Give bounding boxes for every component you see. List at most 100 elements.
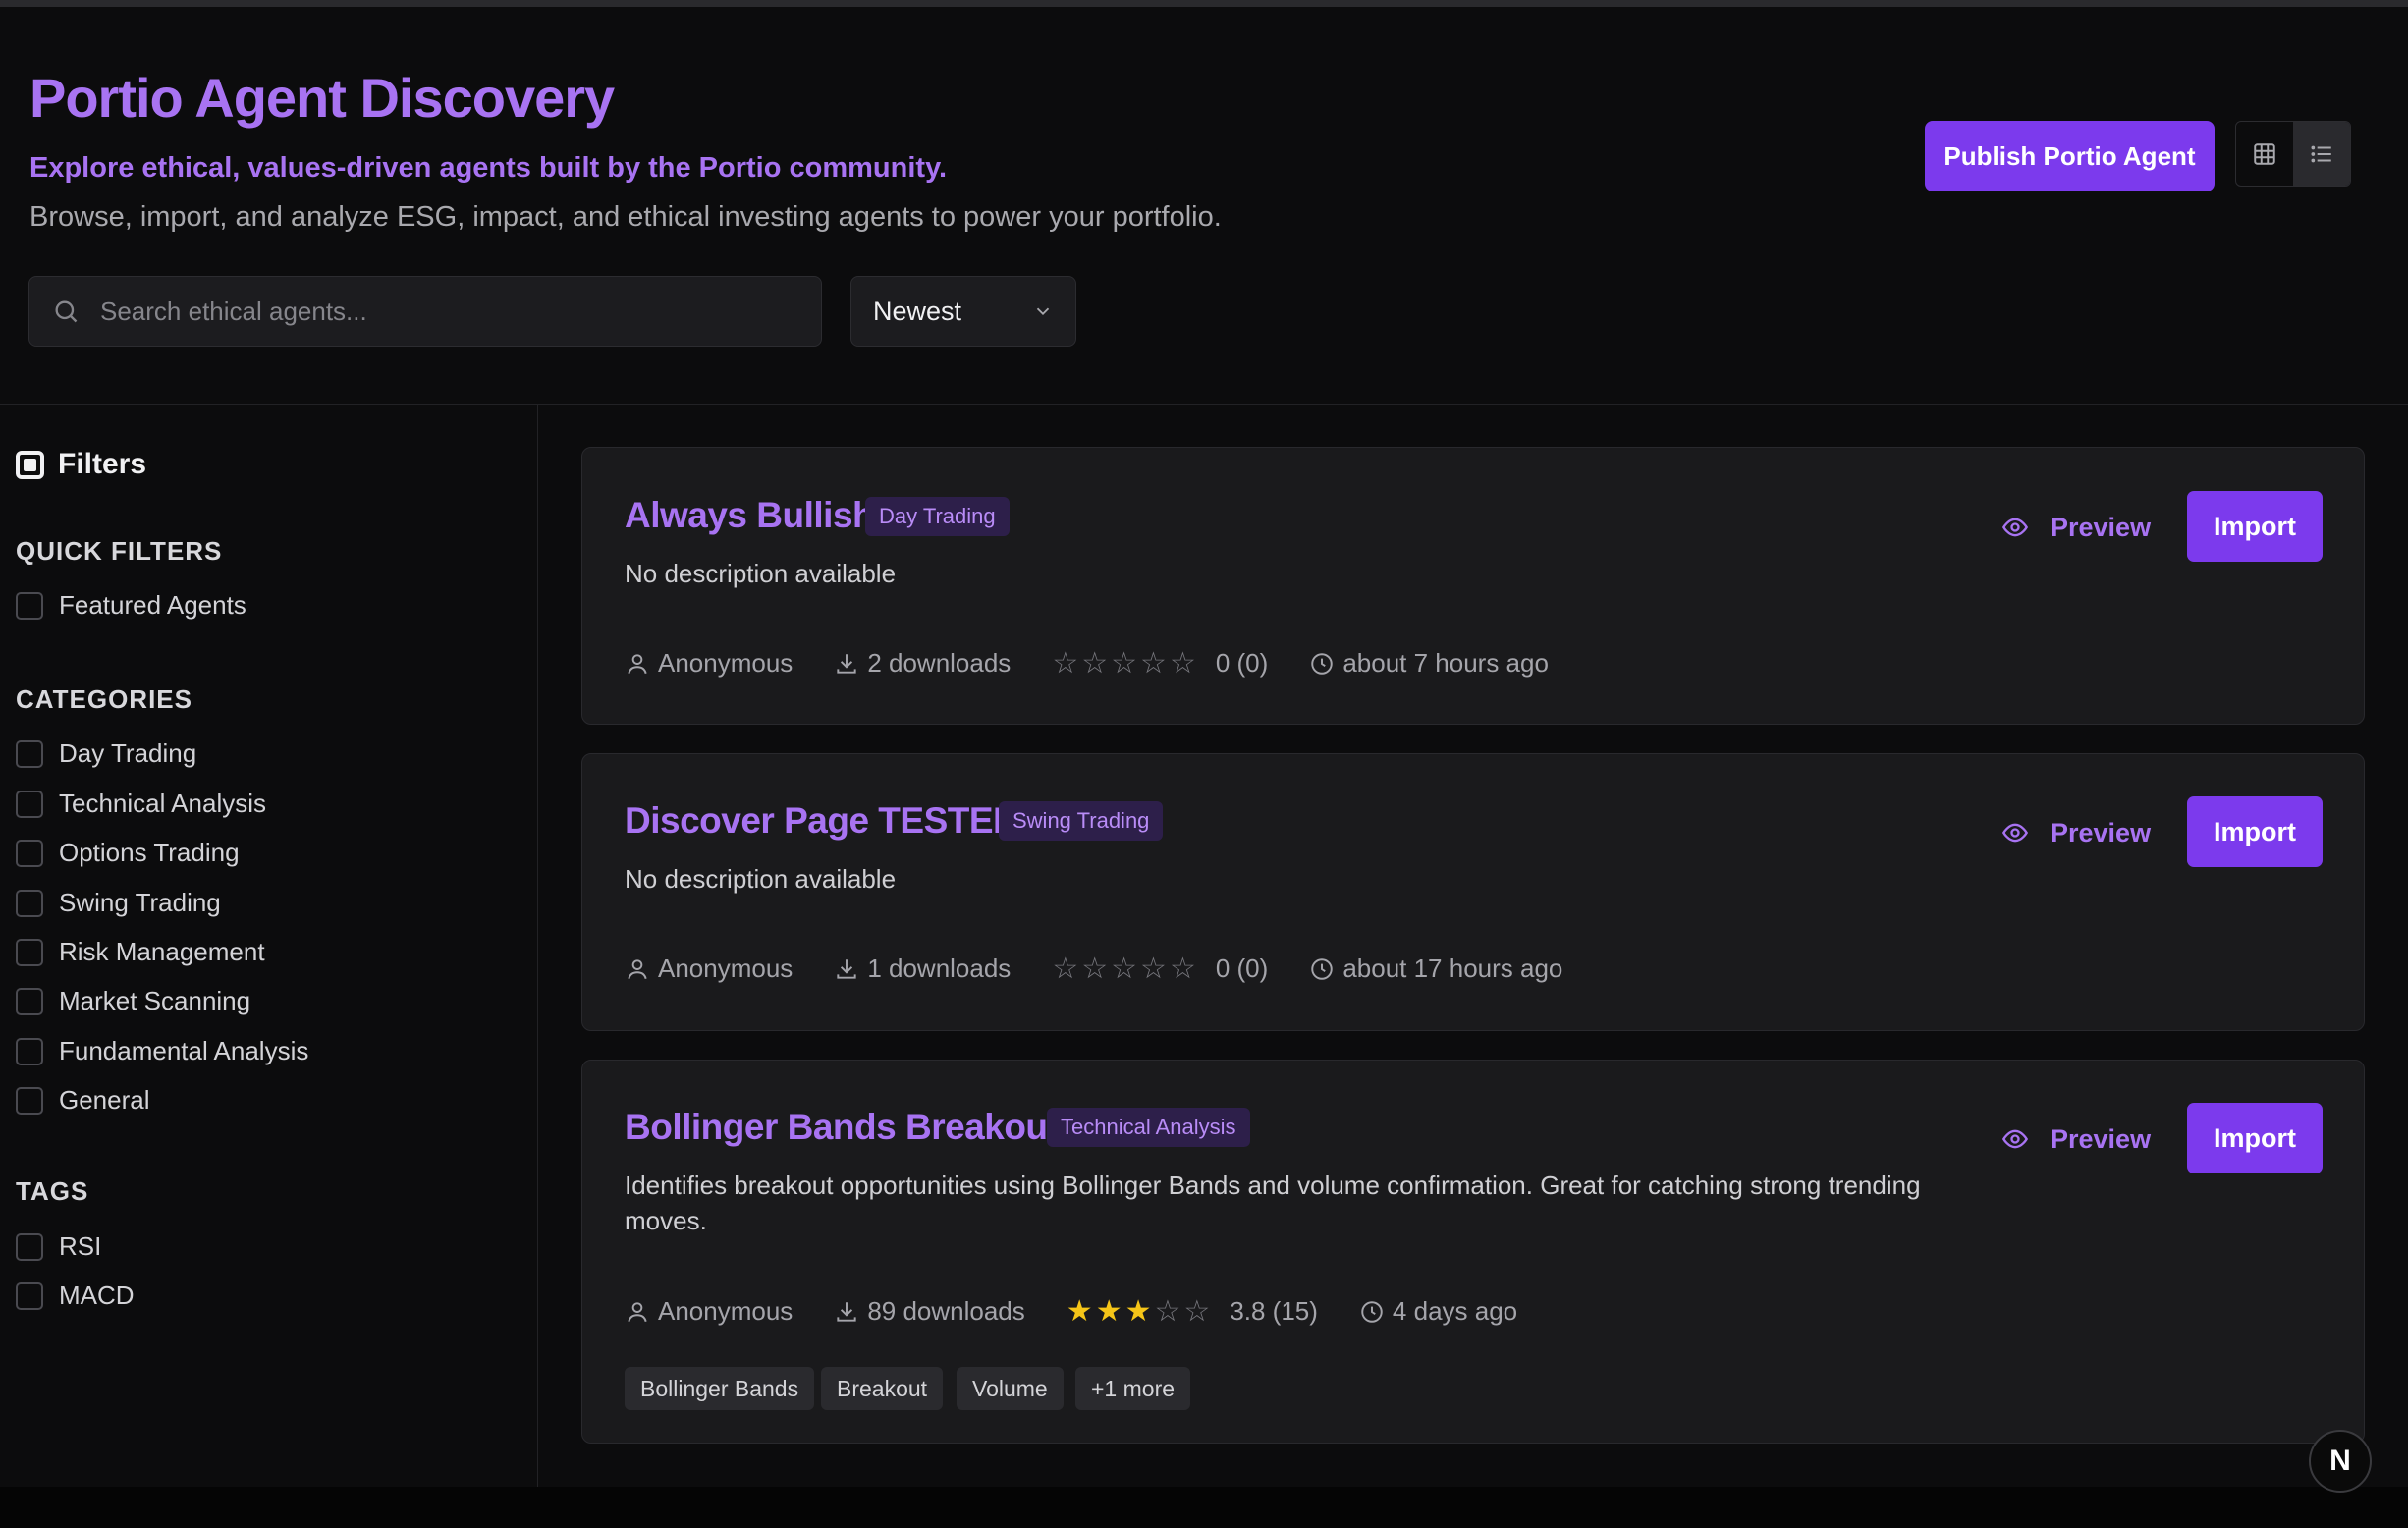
filter-label: Swing Trading	[59, 888, 221, 917]
preview-button[interactable]: Preview	[2001, 498, 2173, 557]
filter-label: General	[59, 1085, 150, 1115]
checkbox[interactable]	[16, 591, 43, 620]
downloads: 89 downloads	[834, 1296, 1025, 1327]
download-icon	[837, 1301, 856, 1322]
import-button[interactable]: Import	[2187, 796, 2323, 867]
star-icon: ☆	[1052, 646, 1079, 680]
preview-button[interactable]: Preview	[2001, 1110, 2173, 1169]
download-icon	[837, 653, 856, 674]
view-mode-toggle	[2235, 121, 2351, 187]
checkbox[interactable]	[16, 839, 43, 867]
rating-stars: ☆ ☆ ☆ ☆ ☆	[1052, 646, 1196, 680]
downloads: 1 downloads	[834, 954, 1011, 984]
author-name: Anonymous	[658, 648, 794, 678]
filter-category-risk-management[interactable]: Risk Management	[16, 937, 265, 967]
star-icon: ☆	[1081, 952, 1109, 985]
filter-category-technical-analysis[interactable]: Technical Analysis	[16, 789, 266, 819]
checkbox[interactable]	[16, 1232, 43, 1261]
sort-select[interactable]: Newest	[850, 276, 1076, 347]
import-button[interactable]: Import	[2187, 491, 2323, 562]
bottom-bar	[0, 1487, 2408, 1528]
page-subtitle: Explore ethical, values-driven agents bu…	[29, 152, 948, 184]
time-text: about 17 hours ago	[1342, 954, 1563, 983]
star-icon: ☆	[1169, 646, 1196, 680]
star-icon: ☆	[1140, 952, 1167, 985]
filter-label: RSI	[59, 1231, 102, 1261]
clock-icon	[1311, 957, 1334, 980]
filter-tag-macd[interactable]: MACD	[16, 1281, 135, 1311]
time-text: 4 days ago	[1392, 1296, 1518, 1326]
user-icon	[628, 958, 647, 979]
download-icon	[837, 958, 856, 979]
checkbox[interactable]	[16, 938, 43, 966]
author-name: Anonymous	[658, 954, 794, 983]
filter-tag-rsi[interactable]: RSI	[16, 1231, 101, 1262]
checkbox[interactable]	[16, 1037, 43, 1065]
downloads: 2 downloads	[834, 648, 1011, 679]
rating: ★ ★ ★ ☆ ☆ 3.8 (15)	[1067, 1296, 1318, 1327]
checkbox[interactable]	[16, 1282, 43, 1310]
filter-category-swing-trading[interactable]: Swing Trading	[16, 888, 221, 918]
filter-icon	[16, 450, 44, 479]
timestamp: about 17 hours ago	[1309, 954, 1562, 984]
agent-card: Discover Page TESTER Swing Trading No de…	[581, 753, 2365, 1031]
star-icon: ★	[1095, 1294, 1122, 1328]
agent-title[interactable]: Discover Page TESTER	[625, 800, 1019, 842]
page-description: Browse, import, and analyze ESG, impact,…	[29, 201, 1222, 233]
agent-title[interactable]: Always Bullish	[625, 495, 875, 536]
list-view-icon	[2311, 145, 2331, 162]
author: Anonymous	[625, 1296, 793, 1327]
star-icon: ☆	[1154, 1294, 1181, 1328]
rating: ☆ ☆ ☆ ☆ ☆ 0 (0)	[1052, 648, 1268, 679]
quick-filters-title: QUICK FILTERS	[16, 536, 223, 566]
preview-button[interactable]: Preview	[2001, 803, 2173, 862]
checkbox[interactable]	[16, 739, 43, 768]
list-view-button[interactable]	[2293, 122, 2350, 186]
agent-description: No description available	[625, 864, 897, 894]
eye-icon	[2001, 518, 2029, 537]
tag-chip: Volume	[957, 1367, 1064, 1410]
author-name: Anonymous	[658, 1296, 794, 1326]
checkbox[interactable]	[16, 1086, 43, 1115]
filter-label: Market Scanning	[59, 986, 251, 1015]
search-icon	[51, 297, 81, 326]
filter-label: MACD	[59, 1281, 135, 1310]
author: Anonymous	[625, 648, 793, 679]
clock-icon	[1361, 1300, 1383, 1323]
filter-label: Risk Management	[59, 937, 265, 966]
time-text: about 7 hours ago	[1342, 648, 1549, 678]
filter-label: Technical Analysis	[59, 789, 266, 818]
filter-category-general[interactable]: General	[16, 1085, 150, 1116]
publish-agent-button[interactable]: Publish Portio Agent	[1925, 121, 2215, 191]
filter-label: Fundamental Analysis	[59, 1036, 309, 1065]
filter-category-options-trading[interactable]: Options Trading	[16, 838, 240, 868]
preview-label: Preview	[2051, 512, 2152, 542]
star-icon: ☆	[1111, 646, 1138, 680]
filter-label: Options Trading	[59, 838, 240, 867]
tag-chip[interactable]: +1 more	[1075, 1367, 1191, 1410]
grid-view-button[interactable]	[2236, 122, 2293, 186]
category-badge: Swing Trading	[999, 801, 1164, 841]
agent-title[interactable]: Bollinger Bands Breakout	[625, 1107, 1060, 1148]
next-dev-badge[interactable]: N	[2309, 1430, 2372, 1493]
search-field[interactable]	[28, 276, 822, 347]
timestamp: about 7 hours ago	[1309, 648, 1549, 679]
search-input[interactable]	[100, 296, 788, 327]
download-count: 2 downloads	[867, 648, 1012, 678]
filter-label: Day Trading	[59, 738, 197, 768]
rating-text: 3.8 (15)	[1230, 1296, 1318, 1326]
filter-category-day-trading[interactable]: Day Trading	[16, 738, 196, 769]
filter-featured-agents[interactable]: Featured Agents	[16, 590, 246, 621]
checkbox[interactable]	[16, 987, 43, 1015]
star-icon: ☆	[1183, 1294, 1211, 1328]
rating: ☆ ☆ ☆ ☆ ☆ 0 (0)	[1052, 954, 1268, 984]
user-icon	[628, 653, 647, 674]
agent-card: Always Bullish Day Trading No descriptio…	[581, 447, 2365, 725]
filter-category-fundamental-analysis[interactable]: Fundamental Analysis	[16, 1036, 308, 1066]
agent-card: Bollinger Bands Breakout Technical Analy…	[581, 1060, 2365, 1444]
import-button[interactable]: Import	[2187, 1103, 2323, 1173]
checkbox[interactable]	[16, 790, 43, 818]
checkbox[interactable]	[16, 889, 43, 917]
download-count: 89 downloads	[867, 1296, 1025, 1326]
filter-category-market-scanning[interactable]: Market Scanning	[16, 986, 250, 1016]
